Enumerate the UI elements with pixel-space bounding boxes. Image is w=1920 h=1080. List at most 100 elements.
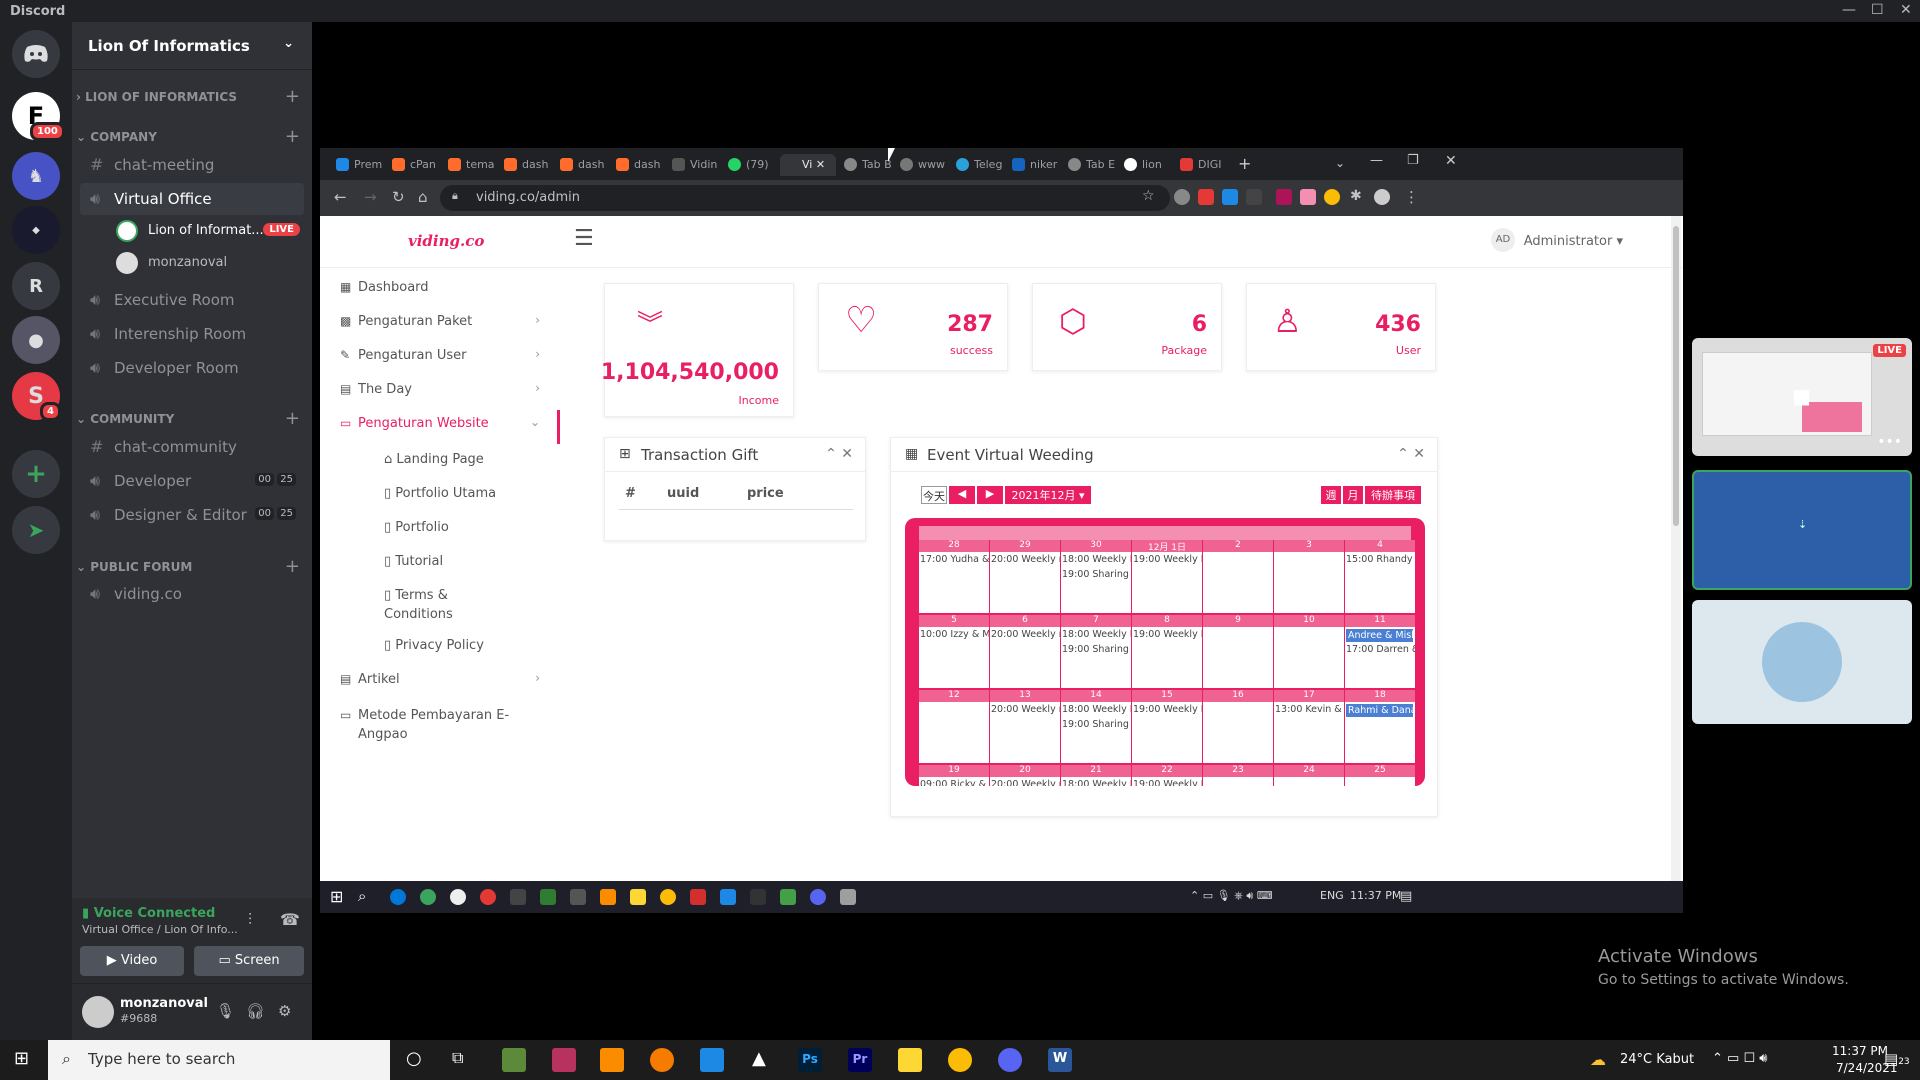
app-icon[interactable] xyxy=(502,1048,526,1072)
calendar-event[interactable]: 18:00 Weekly Re xyxy=(1062,704,1131,715)
calendar-day[interactable]: 11 Andree & Mish 17:00 Darren & xyxy=(1345,615,1415,688)
calendar-event[interactable]: 18:00 Weekly Re xyxy=(1062,629,1131,640)
app-icon[interactable]: ▲ xyxy=(752,1048,766,1069)
calendar-event[interactable]: 19:00 Sharing S xyxy=(1062,569,1131,580)
restore-icon[interactable]: ❐ xyxy=(1407,153,1419,168)
app-icon[interactable] xyxy=(510,889,526,905)
discord-icon[interactable] xyxy=(998,1048,1022,1072)
minimize-icon[interactable]: — xyxy=(1370,153,1383,168)
screen-button[interactable]: ▭ Screen xyxy=(194,946,304,976)
calendar-day[interactable]: 24 xyxy=(1274,765,1344,786)
channel-internship-room[interactable]: 🔊︎ Interenship Room xyxy=(80,318,304,350)
channel-executive-room[interactable]: 🔊︎ Executive Room xyxy=(80,284,304,316)
page-scrollbar[interactable] xyxy=(1671,216,1681,881)
admin-avatar[interactable]: AD xyxy=(1491,228,1515,252)
chevron-down-icon[interactable]: ⌄ xyxy=(283,36,294,51)
calendar-day[interactable]: 17 13:00 Kevin & Je xyxy=(1274,690,1344,763)
more-icon[interactable]: ••• xyxy=(1877,434,1902,450)
add-channel-icon[interactable]: + xyxy=(285,86,300,107)
windows-start-icon[interactable]: ⊞ xyxy=(14,1048,29,1069)
browser-tab[interactable]: DIGI xyxy=(1176,154,1221,176)
submenu-landing-page[interactable]: ⌂ Landing Page xyxy=(384,450,534,469)
week-view-button[interactable]: 週 xyxy=(1321,486,1341,504)
calendar-day[interactable]: 28 17:00 Yudha & S xyxy=(919,540,989,613)
calendar-day[interactable]: 9 xyxy=(1203,615,1273,688)
site-logo[interactable]: viding.co xyxy=(408,232,484,250)
calendar-event[interactable]: 20:00 Weekly re xyxy=(991,629,1060,640)
calendar-day[interactable]: 21 18:00 Weekly Re xyxy=(1061,765,1131,786)
discord-home-icon[interactable] xyxy=(12,30,60,78)
server-icon-r[interactable]: R xyxy=(12,262,60,310)
calendar-day[interactable]: 7 18:00 Weekly Re 19:00 Sharing S xyxy=(1061,615,1131,688)
reload-icon[interactable]: ↻ xyxy=(392,188,405,206)
extension-icon[interactable] xyxy=(1246,189,1262,205)
calendar-event[interactable]: 15:00 Rhandy & xyxy=(1346,554,1415,565)
home-icon[interactable]: ⌂ xyxy=(418,188,428,206)
disconnect-icon[interactable]: ☎ xyxy=(280,910,300,929)
app-icon[interactable] xyxy=(552,1048,576,1072)
tray-icons[interactable]: ⌃ ▭ ☐ 🔊︎ xyxy=(1712,1051,1767,1066)
submenu-tutorial[interactable]: ▯ Tutorial xyxy=(384,552,534,571)
menu-the-day[interactable]: ▤ The Day › xyxy=(340,376,540,406)
browser-tab[interactable]: lion xyxy=(1120,154,1162,176)
video-button[interactable]: ▶ Video xyxy=(80,946,184,976)
browser-tab[interactable]: www xyxy=(896,154,945,176)
submenu-terms[interactable]: ▯ Terms & Conditions xyxy=(384,586,484,624)
browser-tab[interactable]: Tab E xyxy=(1064,154,1115,176)
panel-controls[interactable]: ⌃ ✕ xyxy=(825,446,853,462)
maximize-icon[interactable]: ☐ xyxy=(1871,2,1884,18)
month-view-button[interactable]: 月 xyxy=(1343,486,1363,504)
close-icon[interactable]: ✕ xyxy=(1900,2,1912,18)
category-public-forum[interactable]: ⌄ PUBLIC FORUM + xyxy=(76,556,308,577)
calendar-event[interactable]: 20:00 Weekly re xyxy=(991,704,1060,715)
minimize-icon[interactable]: — xyxy=(1842,2,1856,18)
stream-thumbnail-screen[interactable]: ⇣ xyxy=(1692,470,1912,590)
word-icon[interactable]: W xyxy=(1048,1048,1072,1072)
noise-suppression-icon[interactable]: ⫶ xyxy=(248,910,252,930)
extension-icon[interactable] xyxy=(1300,189,1316,205)
app-icon[interactable] xyxy=(780,889,796,905)
calendar-event[interactable]: 19:00 Sharing S xyxy=(1062,719,1131,730)
panel-controls[interactable]: ⌃ ✕ xyxy=(1397,446,1425,462)
calendar-day[interactable]: 23 xyxy=(1203,765,1273,786)
tab-search-icon[interactable]: ⌄ xyxy=(1335,156,1345,170)
vscode-icon[interactable] xyxy=(700,1048,724,1072)
add-channel-icon[interactable]: + xyxy=(285,556,300,577)
submenu-privacy[interactable]: ▯ Privacy Policy xyxy=(384,636,534,655)
chrome-icon[interactable] xyxy=(660,889,676,905)
profile-icon[interactable] xyxy=(1374,189,1390,205)
clock[interactable]: 11:37 PM xyxy=(1350,889,1401,902)
browser-tab[interactable]: tema xyxy=(444,154,495,176)
channel-chat-community[interactable]: # chat-community xyxy=(80,431,304,463)
calendar-day[interactable]: 22 19:00 Weekly Re xyxy=(1132,765,1202,786)
microphone-icon[interactable]: 🎙︎ xyxy=(216,1002,235,1020)
calendar-day[interactable]: 5 10:00 Izzy & Me xyxy=(919,615,989,688)
calendar-event[interactable]: Rahmi & Dana xyxy=(1346,704,1413,717)
channel-developer-room[interactable]: 🔊︎ Developer Room xyxy=(80,352,304,384)
calendar-event[interactable]: 19:00 Sharing S xyxy=(1062,644,1131,655)
calendar-day[interactable]: 15 19:00 Weekly Re xyxy=(1132,690,1202,763)
extension-icon[interactable] xyxy=(1198,189,1214,205)
browser-tab[interactable]: Vidin xyxy=(668,154,717,176)
menu-pengaturan-website[interactable]: ▭ Pengaturan Website ⌄ xyxy=(340,410,540,440)
add-channel-icon[interactable]: + xyxy=(285,408,300,429)
avatar[interactable] xyxy=(82,996,114,1028)
puzzle-icon[interactable]: ✱ xyxy=(1350,188,1362,204)
folder-icon[interactable] xyxy=(630,889,646,905)
search-icon[interactable]: ⌕ xyxy=(358,887,366,905)
prev-month-icon[interactable]: ◀ xyxy=(949,486,975,504)
browser-tab[interactable]: dash xyxy=(500,154,548,176)
close-icon[interactable]: ✕ xyxy=(1445,153,1457,169)
calendar-event[interactable]: 18:00 Weekly Re xyxy=(1062,779,1131,786)
calendar-day[interactable]: 2 xyxy=(1203,540,1273,613)
browser-tab[interactable]: (79) xyxy=(724,154,769,176)
menu-dashboard[interactable]: ▦ Dashboard xyxy=(340,274,540,304)
app-icon[interactable] xyxy=(600,1048,624,1072)
powerpoint-icon[interactable] xyxy=(690,889,706,905)
calendar-day[interactable]: 18 Rahmi & Dana xyxy=(1345,690,1415,763)
task-view-icon[interactable]: ⧉ xyxy=(452,1048,463,1068)
channel-virtual-office[interactable]: 🔊︎ Virtual Office xyxy=(80,183,304,215)
calendar-event[interactable]: Andree & Mish xyxy=(1346,629,1413,642)
calendar-event[interactable]: 10:00 Izzy & Me xyxy=(920,629,989,640)
calendar-event[interactable]: 19:00 Weekly Re xyxy=(1133,629,1202,640)
